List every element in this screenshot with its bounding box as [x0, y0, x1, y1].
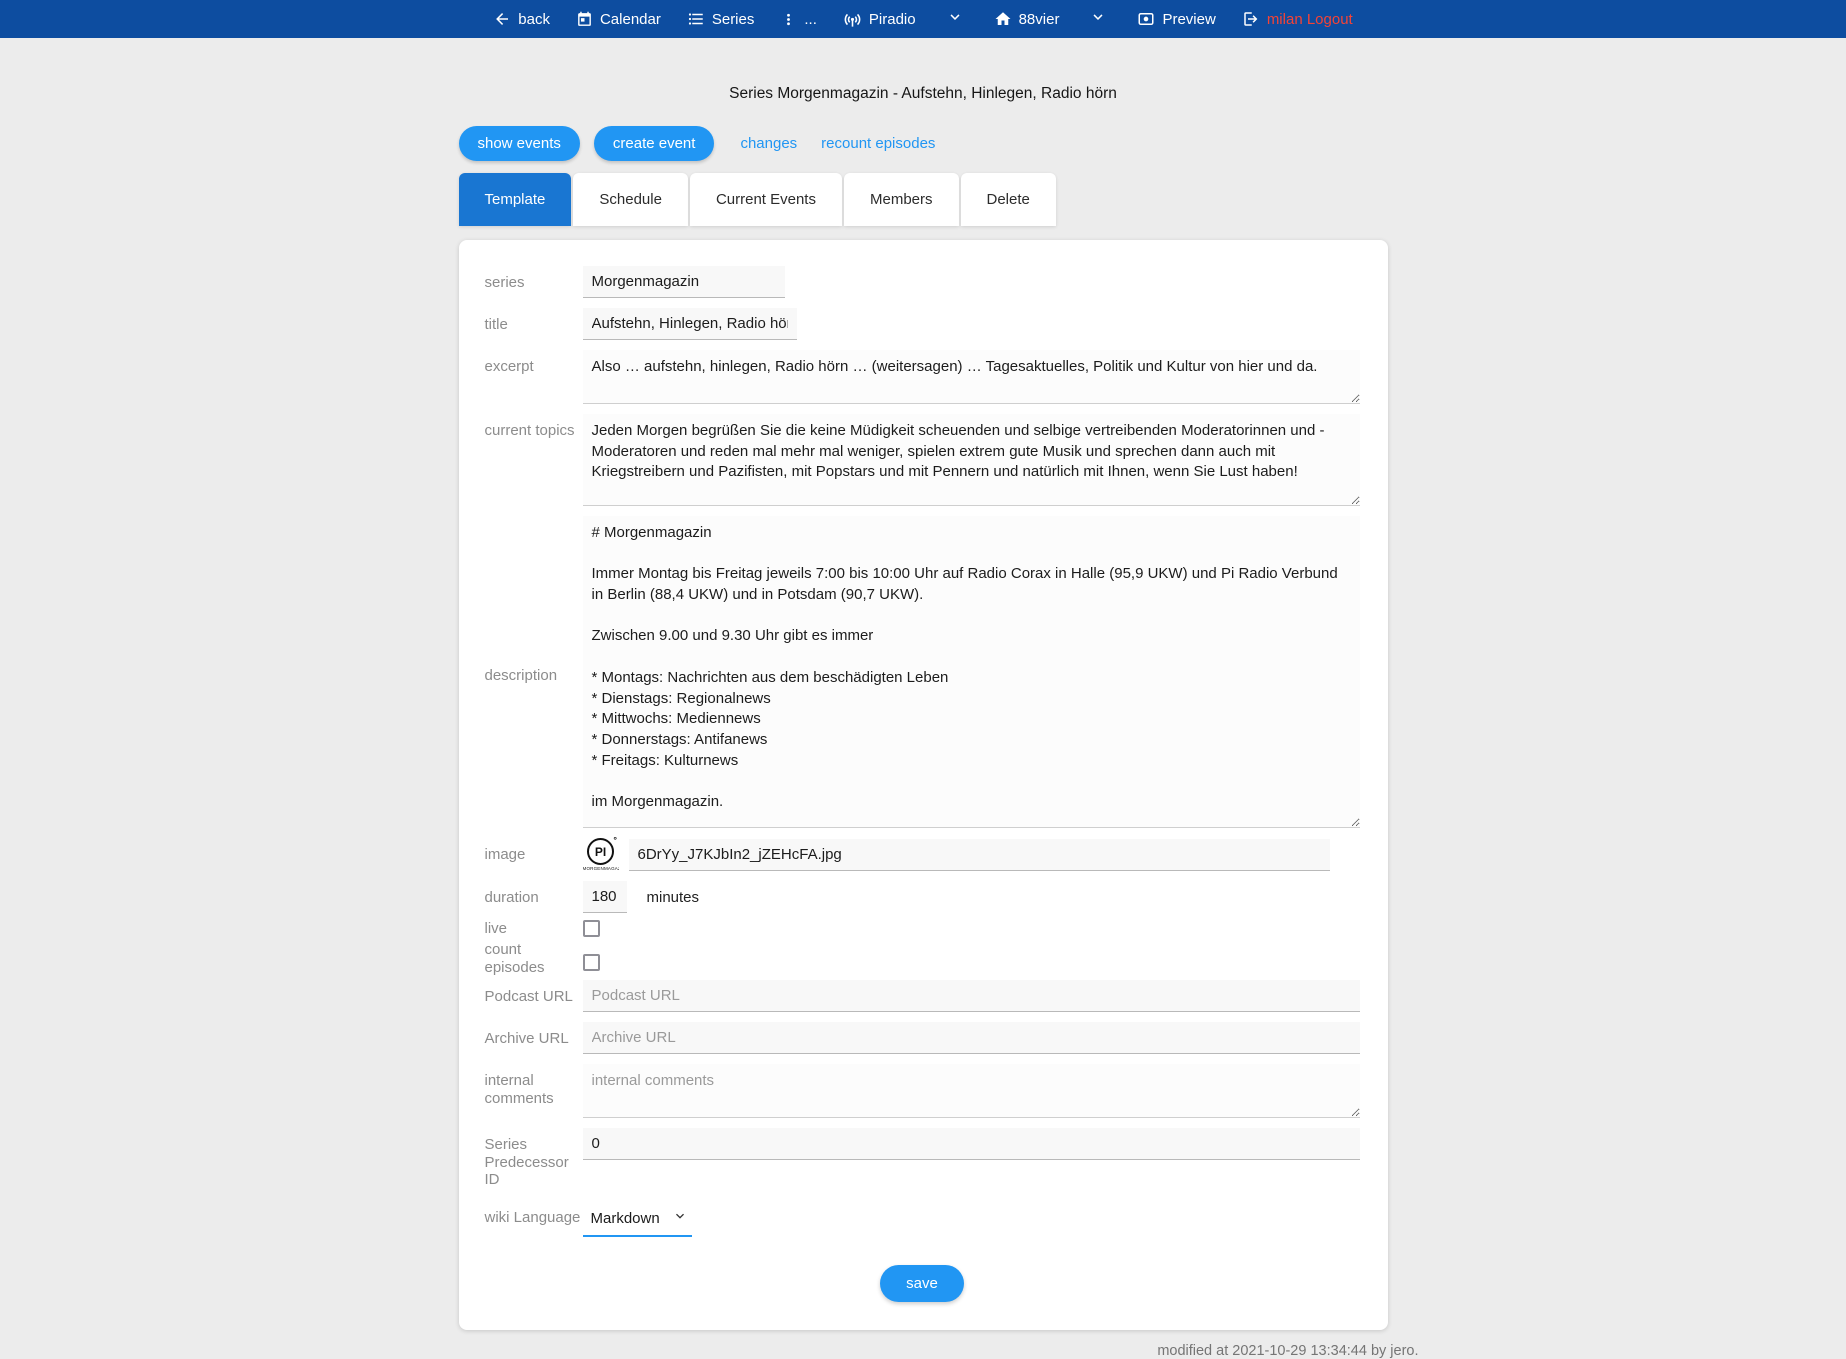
tab-current-events[interactable]: Current Events — [690, 173, 842, 226]
title-input[interactable] — [583, 308, 797, 340]
live-row: live — [485, 917, 1360, 937]
create-event-button[interactable]: create event — [594, 126, 715, 161]
wiki-language-row: wiki Language Markdown — [485, 1202, 1360, 1237]
internal-comments-row: internal comments — [485, 1064, 1360, 1118]
station-dropdown-toggle[interactable] — [946, 8, 964, 30]
nav-channel[interactable]: 88vier — [994, 10, 1060, 28]
wiki-language-label: wiki Language — [485, 1202, 583, 1237]
chevron-down-icon — [672, 1208, 688, 1228]
actions-row: show events create event changes recount… — [459, 126, 1388, 161]
arrow-left-icon — [493, 10, 511, 28]
wiki-language-value: Markdown — [591, 1210, 660, 1227]
tab-schedule[interactable]: Schedule — [573, 173, 688, 226]
recount-episodes-link[interactable]: recount episodes — [821, 135, 935, 152]
image-label: image — [485, 838, 583, 871]
channel-dropdown-toggle[interactable] — [1089, 8, 1107, 30]
wiki-language-select[interactable]: Markdown — [583, 1202, 692, 1237]
nav-preview-label: Preview — [1162, 11, 1215, 28]
duration-row: duration minutes — [485, 881, 1360, 913]
nav-logout-label: milan Logout — [1267, 11, 1353, 28]
current-topics-label: current topics — [485, 414, 583, 506]
chevron-down-icon — [1089, 8, 1107, 30]
series-predecessor-row: Series Predecessor ID — [485, 1128, 1360, 1188]
calendar-icon — [576, 11, 593, 28]
logout-icon — [1242, 10, 1260, 28]
description-textarea[interactable]: # Morgenmagazin Immer Montag bis Freitag… — [583, 516, 1360, 828]
dots-vertical-icon — [780, 11, 797, 28]
nav-series-label: Series — [712, 11, 755, 28]
image-filename-input[interactable] — [629, 839, 1330, 871]
series-predecessor-label: Series Predecessor ID — [485, 1128, 583, 1188]
live-checkbox[interactable] — [583, 920, 600, 937]
duration-input[interactable] — [583, 881, 627, 913]
series-input[interactable] — [583, 266, 785, 298]
description-row: description # Morgenmagazin Immer Montag… — [485, 516, 1360, 828]
modified-footer: modified at 2021-10-29 13:34:44 by jero. — [459, 1343, 1419, 1359]
archive-url-label: Archive URL — [485, 1022, 583, 1054]
show-events-button[interactable]: show events — [459, 126, 580, 161]
nav-calendar[interactable]: Calendar — [576, 11, 661, 28]
image-row: image PI ° MORGENMAGAZIN — [485, 838, 1360, 871]
excerpt-row: excerpt Also … aufstehn, hinlegen, Radio… — [485, 350, 1360, 404]
list-bulleted-icon — [687, 10, 705, 28]
series-logo-text: PI — [595, 845, 606, 859]
podcast-url-label: Podcast URL — [485, 980, 583, 1012]
archive-url-input[interactable] — [583, 1022, 1360, 1054]
count-episodes-checkbox[interactable] — [583, 954, 600, 971]
duration-label: duration — [485, 881, 583, 913]
nav-more-label: ... — [804, 11, 817, 28]
series-predecessor-input[interactable] — [583, 1128, 1360, 1160]
page-title: Series Morgenmagazin - Aufstehn, Hinlege… — [0, 85, 1846, 103]
nav-calendar-label: Calendar — [600, 11, 661, 28]
count-episodes-row: count episodes — [485, 941, 1360, 976]
nav-preview[interactable]: Preview — [1137, 10, 1215, 28]
antenna-icon — [843, 10, 862, 29]
tab-delete[interactable]: Delete — [961, 173, 1056, 226]
series-logo-caption: MORGENMAGAZIN — [583, 866, 619, 871]
nav-more[interactable]: ... — [780, 11, 817, 28]
current-topics-textarea[interactable]: Jeden Morgen begrüßen Sie die keine Müdi… — [583, 414, 1360, 506]
excerpt-label: excerpt — [485, 350, 583, 404]
preview-icon — [1137, 10, 1155, 28]
nav-logout[interactable]: milan Logout — [1242, 10, 1353, 28]
podcast-url-row: Podcast URL — [485, 980, 1360, 1012]
count-episodes-label: count episodes — [485, 941, 583, 976]
tab-template[interactable]: Template — [459, 173, 572, 226]
nav-back[interactable]: back — [493, 10, 550, 28]
series-logo-degree: ° — [613, 835, 617, 845]
duration-unit: minutes — [647, 889, 700, 906]
top-navbar: back Calendar Series ... Piradio 88vier — [0, 0, 1846, 38]
nav-channel-label: 88vier — [1019, 11, 1060, 28]
home-icon — [994, 10, 1012, 28]
description-label: description — [485, 659, 583, 684]
series-label: series — [485, 266, 583, 298]
internal-comments-label: internal comments — [485, 1064, 583, 1118]
excerpt-textarea[interactable]: Also … aufstehn, hinlegen, Radio hörn … … — [583, 350, 1360, 404]
save-button[interactable]: save — [880, 1265, 964, 1302]
current-topics-row: current topics Jeden Morgen begrüßen Sie… — [485, 414, 1360, 506]
archive-url-row: Archive URL — [485, 1022, 1360, 1054]
live-label: live — [485, 917, 583, 937]
chevron-down-icon — [946, 8, 964, 30]
tab-members[interactable]: Members — [844, 173, 959, 226]
nav-back-label: back — [518, 11, 550, 28]
series-row: series — [485, 266, 1360, 298]
title-label: title — [485, 308, 583, 340]
podcast-url-input[interactable] — [583, 980, 1360, 1012]
nav-series[interactable]: Series — [687, 10, 755, 28]
series-logo-mark: PI ° — [587, 838, 614, 865]
tab-bar: Template Schedule Current Events Members… — [459, 173, 1388, 226]
nav-station[interactable]: Piradio — [843, 10, 916, 29]
nav-station-label: Piradio — [869, 11, 916, 28]
internal-comments-textarea[interactable] — [583, 1064, 1360, 1118]
title-row: title — [485, 308, 1360, 340]
changes-link[interactable]: changes — [740, 135, 797, 152]
series-logo: PI ° MORGENMAGAZIN — [583, 838, 619, 871]
template-form-card: series title excerpt Also … aufstehn, hi… — [459, 240, 1388, 1330]
